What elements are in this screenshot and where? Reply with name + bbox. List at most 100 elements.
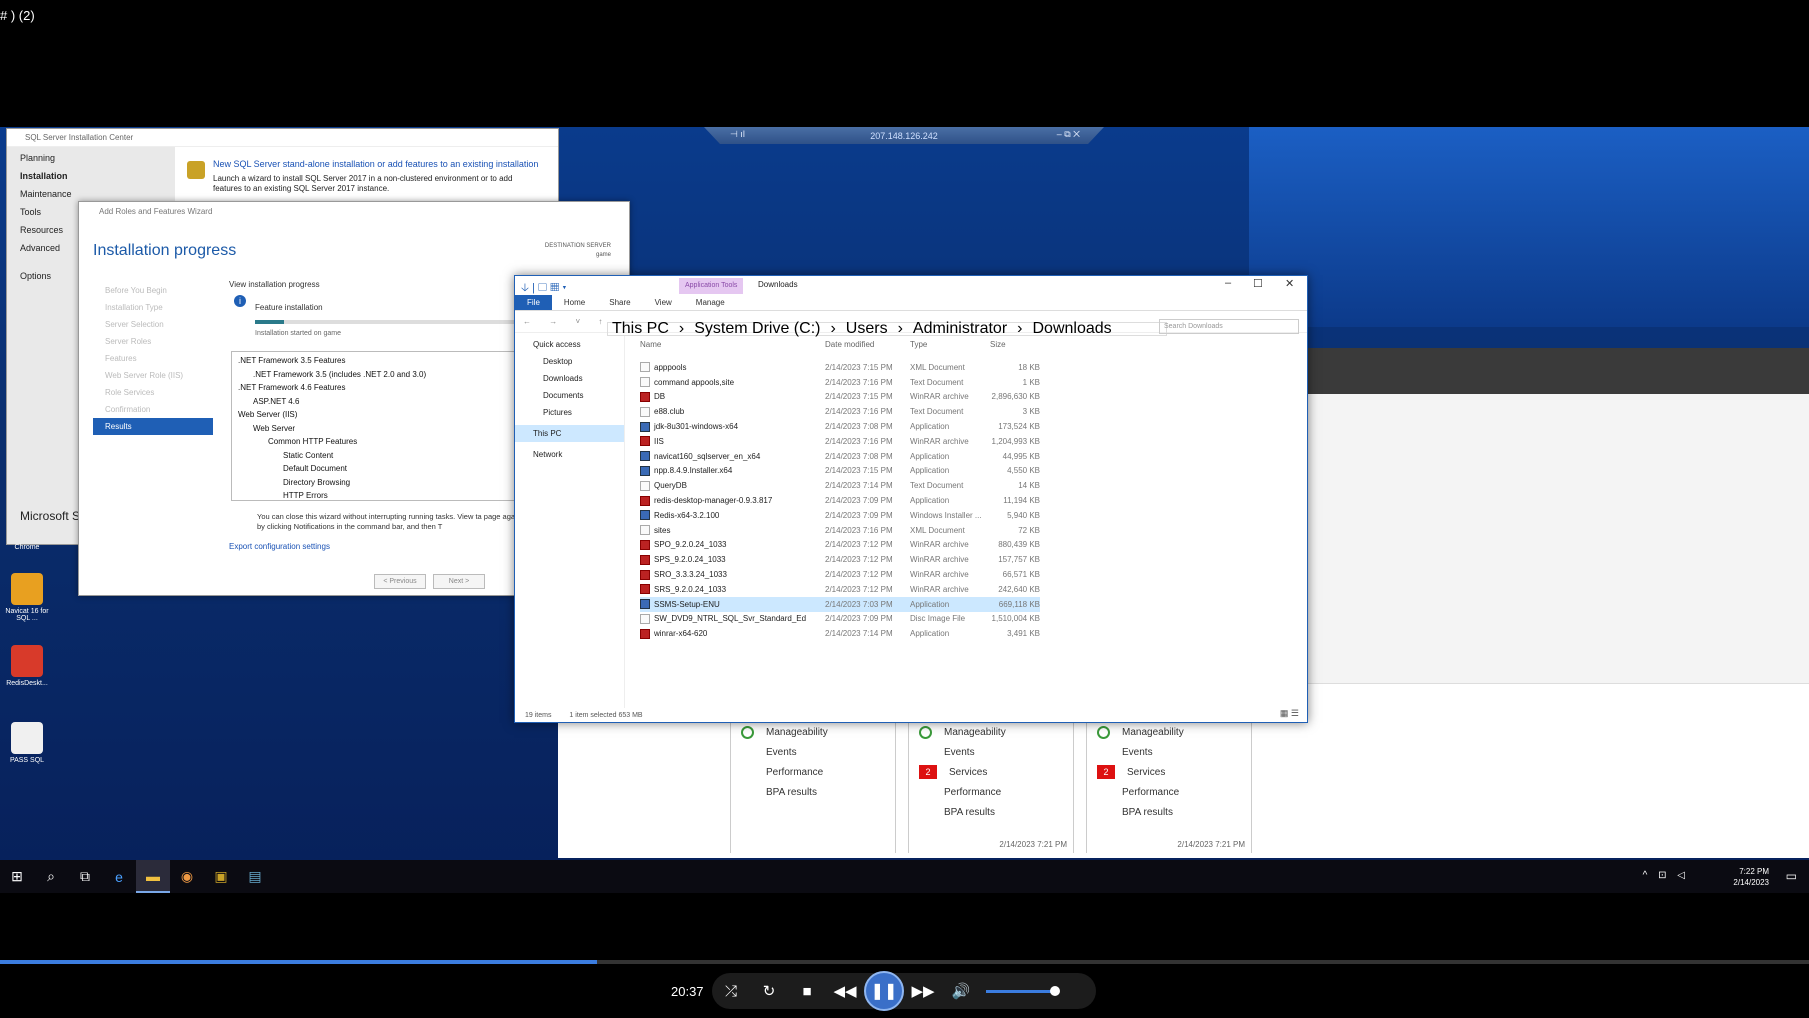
nav-pane-item[interactable]: Network	[515, 446, 624, 463]
column-header[interactable]: Date modified	[825, 340, 910, 349]
volume-icon[interactable]: 🔊	[942, 973, 980, 1009]
nav-pane-item[interactable]: Downloads	[515, 370, 624, 387]
rdp-window-controls[interactable]: – ⧉ ✕	[1057, 129, 1080, 140]
file-row[interactable]: SW_DVD9_NTRL_SQL_Svr_Standard_Ed 2/14/202…	[640, 612, 1040, 627]
nav-arrows-icon[interactable]: ← → ˅ ↑	[515, 317, 610, 326]
sql-nav-item[interactable]: Maintenance	[7, 183, 175, 201]
column-header[interactable]: Size	[990, 340, 1040, 349]
file-row[interactable]: SPO_9.2.0.24_1033 2/14/2023 7:12 PM WinRAR…	[640, 538, 1040, 553]
server-tile[interactable]: Manageability Events 2 Services Performance B…	[908, 718, 1074, 853]
file-row[interactable]: redis-desktop-manager-0.9.3.817 2/14/2023…	[640, 493, 1040, 508]
file-row[interactable]: QueryDB 2/14/2023 7:14 PM Text Document 14 …	[640, 478, 1040, 493]
tile-row[interactable]: BPA results	[731, 782, 895, 802]
nav-pane-item[interactable]: Quick access	[515, 336, 624, 353]
tile-row[interactable]: BPA results	[909, 802, 1073, 822]
tile-row[interactable]: Performance	[909, 782, 1073, 802]
pause-button[interactable]: ❚❚	[864, 971, 904, 1011]
nav-pane-item[interactable]: Pictures	[515, 404, 624, 421]
file-row[interactable]: IIS 2/14/2023 7:16 PM WinRAR archive 1,204,…	[640, 434, 1040, 449]
tile-row[interactable]: Performance	[1087, 782, 1251, 802]
file-row[interactable]: jdk-8u301-windows-x64 2/14/2023 7:08 PM Ap…	[640, 419, 1040, 434]
view-toggle-icon[interactable]: ▦ ☰	[1280, 708, 1299, 719]
tile-row[interactable]: Manageability	[1087, 722, 1251, 742]
maximize-icon[interactable]: ☐	[1253, 277, 1263, 290]
tile-row[interactable]: BPA results	[1087, 802, 1251, 822]
desktop-icon[interactable]: Chrome	[2, 544, 52, 551]
clock[interactable]: 7:22 PM 2/14/2023	[1733, 866, 1769, 888]
notification-icon[interactable]: ▭	[1786, 869, 1797, 883]
tile-row[interactable]: Performance	[731, 762, 895, 782]
previous-button[interactable]: < Previous	[374, 574, 426, 589]
seek-bar[interactable]	[0, 960, 1809, 964]
file-row[interactable]: npp.8.4.9.Installer.x64 2/14/2023 7:15 PM…	[640, 464, 1040, 479]
breadcrumb-item[interactable]: This PC	[612, 320, 669, 337]
shuffle-icon[interactable]: ⤮	[712, 973, 750, 1009]
nav-pane-item[interactable]: Documents	[515, 387, 624, 404]
tile-row[interactable]: 2 Services	[1087, 762, 1251, 782]
column-header[interactable]: Type	[910, 340, 990, 349]
start-icon[interactable]: ⊞	[0, 860, 34, 893]
ribbon-tab[interactable]: Share	[597, 295, 642, 310]
file-row[interactable]: sites 2/14/2023 7:16 PM XML Document 72 KB	[640, 523, 1040, 538]
ribbon-tab[interactable]: Manage	[684, 295, 737, 310]
tile-row[interactable]: Events	[909, 742, 1073, 762]
volume-slider[interactable]	[986, 985, 1060, 996]
file-explorer-window[interactable]: 🡣 | ▢ ▦ ▾ Application Tools Downloads – …	[514, 275, 1308, 723]
sql-nav-item[interactable]: Installation	[7, 165, 175, 183]
ie-icon[interactable]: e	[102, 860, 136, 893]
tile-row[interactable]: Manageability	[731, 722, 895, 742]
column-header[interactable]: Name	[640, 340, 825, 349]
desktop-icon[interactable]: RedisDeskt...	[2, 645, 52, 687]
server-tile[interactable]: Manageability Events 2 Services Performance B…	[1086, 718, 1252, 853]
nav-pane-item[interactable]: This PC	[515, 425, 624, 442]
search-icon[interactable]: ⌕	[34, 860, 68, 893]
pin-icon[interactable]: ⊣ ıl	[730, 129, 745, 140]
file-row[interactable]: e88.club 2/14/2023 7:16 PM Text Document 3 …	[640, 404, 1040, 419]
nav-pane-item[interactable]: Desktop	[515, 353, 624, 370]
tile-row[interactable]: Events	[731, 742, 895, 762]
quick-access-toolbar-icon[interactable]: 🡣 | ▢ ▦ ▾	[521, 279, 567, 298]
tray-icons[interactable]: ^ ⊡ ◁	[1643, 870, 1689, 881]
file-row[interactable]: SPS_9.2.0.24_1033 2/14/2023 7:12 PM WinRAR…	[640, 552, 1040, 567]
breadcrumb[interactable]: This PC › System Drive (C:) › Users › Administ…	[607, 320, 1167, 337]
breadcrumb-item[interactable]: Administrator	[913, 320, 1007, 337]
close-icon[interactable]: ✕	[1285, 277, 1294, 290]
breadcrumb-item[interactable]: System Drive (C:)	[694, 320, 820, 337]
stop-icon[interactable]: ■	[788, 973, 826, 1009]
file-row[interactable]: winrar-x64-620 2/14/2023 7:14 PM Applicati…	[640, 626, 1040, 641]
desktop-icon[interactable]: PASS SQL	[2, 722, 52, 764]
file-row[interactable]: DB 2/14/2023 7:15 PM WinRAR archive 2,896,6…	[640, 390, 1040, 405]
search-input[interactable]: Search Downloads	[1159, 319, 1299, 334]
file-row[interactable]: SSMS-Setup-ENU 2/14/2023 7:03 PM Applicati…	[640, 596, 1040, 612]
desktop-icon[interactable]: Navicat 16 for SQL ...	[2, 573, 52, 622]
application-tools-tab[interactable]: Application Tools	[679, 278, 744, 294]
file-explorer-taskbar-icon[interactable]: ▬	[136, 860, 170, 893]
rewind-icon[interactable]: ◀◀	[826, 973, 864, 1009]
export-settings-link[interactable]: Export configuration settings	[229, 542, 330, 551]
file-row[interactable]: SRS_9.2.0.24_1033 2/14/2023 7:12 PM WinRAR…	[640, 582, 1040, 597]
server-tile[interactable]: Manageability Events Performance BPA result…	[730, 718, 896, 853]
task-view-icon[interactable]: ⧉	[68, 860, 102, 893]
volume-knob[interactable]	[1050, 985, 1060, 996]
fast-forward-icon[interactable]: ▶▶	[904, 973, 942, 1009]
rdp-connection-bar[interactable]: ⊣ ıl 207.148.126.242 – ⧉ ✕	[704, 127, 1104, 144]
tile-row[interactable]: Manageability	[909, 722, 1073, 742]
file-row[interactable]: command appools,site 2/14/2023 7:16 PM Tex…	[640, 375, 1040, 390]
server-manager-taskbar-icon[interactable]: ▤	[238, 860, 272, 893]
chrome-taskbar-icon[interactable]: ◉	[170, 860, 204, 893]
new-install-link[interactable]: New SQL Server stand-alone installation …	[213, 159, 538, 169]
tile-row[interactable]: Events	[1087, 742, 1251, 762]
minimize-icon[interactable]: –	[1225, 277, 1231, 289]
ribbon-tab[interactable]: View	[643, 295, 684, 310]
breadcrumb-item[interactable]: Downloads	[1032, 320, 1111, 337]
sql-nav-item[interactable]: Planning	[7, 147, 175, 165]
file-row[interactable]: SRO_3.3.3.24_1033 2/14/2023 7:12 PM WinRAR…	[640, 567, 1040, 582]
file-row[interactable]: navicat160_sqlserver_en_x64 2/14/2023 7:0…	[640, 449, 1040, 464]
repeat-icon[interactable]: ↻	[750, 973, 788, 1009]
sql-setup-taskbar-icon[interactable]: ▣	[204, 860, 238, 893]
file-row[interactable]: apppools 2/14/2023 7:15 PM XML Document 18 …	[640, 360, 1040, 375]
file-row[interactable]: Redis-x64-3.2.100 2/14/2023 7:09 PM Window…	[640, 508, 1040, 523]
breadcrumb-item[interactable]: Users	[846, 320, 888, 337]
tile-row[interactable]: 2 Services	[909, 762, 1073, 782]
next-button[interactable]: Next >	[433, 574, 485, 589]
